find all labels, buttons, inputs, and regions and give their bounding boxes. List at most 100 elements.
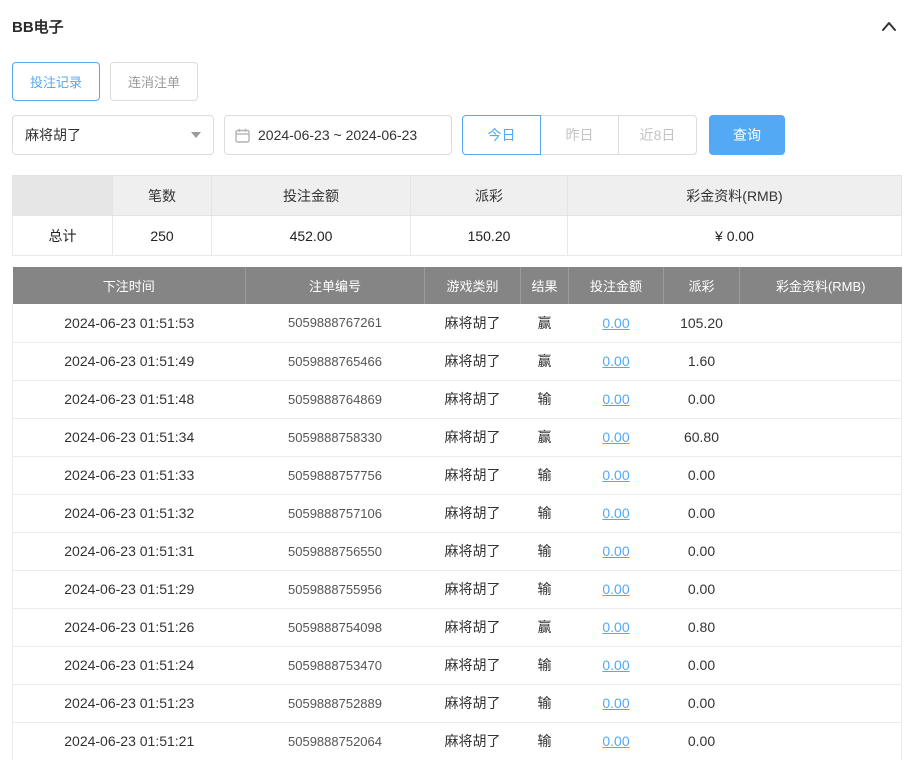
cell-payout: 0.00 — [663, 646, 740, 685]
summary-header-empty — [12, 175, 113, 216]
cell-payout: 0.00 — [663, 380, 740, 419]
panel-title: BB电子 — [12, 19, 64, 36]
summary-total-count: 250 — [112, 215, 212, 256]
cell-order-id: 5059888755956 — [245, 570, 425, 609]
cell-result: 输 — [520, 684, 569, 723]
bet-amount-link[interactable]: 0.00 — [602, 695, 629, 711]
bet-amount-link[interactable]: 0.00 — [602, 581, 629, 597]
cell-bet-time: 2024-06-23 01:51:26 — [12, 608, 246, 647]
bet-amount-link[interactable]: 0.00 — [602, 733, 629, 749]
table-row: 2024-06-23 01:51:31 5059888756550 麻将胡了 输… — [12, 532, 902, 571]
bet-amount-link[interactable]: 0.00 — [602, 543, 629, 559]
cell-bet-amount: 0.00 — [568, 494, 664, 533]
cell-result: 赢 — [520, 608, 569, 647]
bet-amount-link[interactable]: 0.00 — [602, 391, 629, 407]
cell-bonus — [739, 608, 902, 647]
table-row: 2024-06-23 01:51:21 5059888752064 麻将胡了 输… — [12, 722, 902, 760]
cell-order-id: 5059888767261 — [245, 304, 425, 343]
tab-cancelled-orders[interactable]: 连消注单 — [110, 62, 199, 101]
cell-bet-amount: 0.00 — [568, 646, 664, 685]
cell-bonus — [739, 456, 902, 495]
tab-bet-records[interactable]: 投注记录 — [12, 62, 101, 101]
cell-order-id: 5059888757756 — [245, 456, 425, 495]
table-row: 2024-06-23 01:51:29 5059888755956 麻将胡了 输… — [12, 570, 902, 609]
summary-header-row: 笔数 投注金额 派彩 彩金资料(RMB) — [12, 175, 902, 216]
cell-game-category: 麻将胡了 — [424, 684, 521, 723]
cell-result: 输 — [520, 380, 569, 419]
cell-order-id: 5059888752064 — [245, 722, 425, 760]
date-range-value: 2024-06-23 ~ 2024-06-23 — [258, 127, 418, 143]
summary-header-payout: 派彩 — [410, 175, 568, 216]
cell-result: 赢 — [520, 418, 569, 457]
table-row: 2024-06-23 01:51:24 5059888753470 麻将胡了 输… — [12, 646, 902, 685]
table-row: 2024-06-23 01:51:32 5059888757106 麻将胡了 输… — [12, 494, 902, 533]
date-range-input[interactable]: 2024-06-23 ~ 2024-06-23 — [224, 115, 452, 155]
summary-header-bonus: 彩金资料(RMB) — [567, 175, 902, 216]
bet-amount-link[interactable]: 0.00 — [602, 467, 629, 483]
cell-order-id: 5059888758330 — [245, 418, 425, 457]
cell-result: 输 — [520, 456, 569, 495]
cell-order-id: 5059888765466 — [245, 342, 425, 381]
summary-total-bonus: ¥ 0.00 — [567, 215, 902, 256]
header-bet-amount: 投注金额 — [568, 267, 664, 304]
cell-order-id: 5059888764869 — [245, 380, 425, 419]
bet-amount-link[interactable]: 0.00 — [602, 315, 629, 331]
summary-table: 笔数 投注金额 派彩 彩金资料(RMB) 总计 250 452.00 150.2… — [12, 175, 902, 256]
cell-result: 输 — [520, 494, 569, 533]
cell-bet-time: 2024-06-23 01:51:53 — [12, 304, 246, 343]
cell-game-category: 麻将胡了 — [424, 456, 521, 495]
tab-bar: 投注记录 连消注单 — [0, 62, 913, 101]
cell-bet-time: 2024-06-23 01:51:49 — [12, 342, 246, 381]
bet-table-header-row: 下注时间 注单编号 游戏类别 结果 投注金额 派彩 彩金资料(RMB) — [12, 267, 902, 304]
table-row: 2024-06-23 01:51:34 5059888758330 麻将胡了 赢… — [12, 418, 902, 457]
table-row: 2024-06-23 01:51:48 5059888764869 麻将胡了 输… — [12, 380, 902, 419]
chevron-up-icon[interactable] — [881, 21, 897, 32]
cell-bonus — [739, 722, 902, 760]
bet-amount-link[interactable]: 0.00 — [602, 657, 629, 673]
cell-game-category: 麻将胡了 — [424, 418, 521, 457]
cell-payout: 0.00 — [663, 532, 740, 571]
cell-result: 输 — [520, 646, 569, 685]
search-button[interactable]: 查询 — [709, 115, 785, 155]
cell-game-category: 麻将胡了 — [424, 304, 521, 343]
cell-bet-time: 2024-06-23 01:51:34 — [12, 418, 246, 457]
bet-amount-link[interactable]: 0.00 — [602, 619, 629, 635]
cell-game-category: 麻将胡了 — [424, 570, 521, 609]
cell-order-id: 5059888752889 — [245, 684, 425, 723]
quick-today-button[interactable]: 今日 — [462, 115, 541, 155]
cell-game-category: 麻将胡了 — [424, 380, 521, 419]
cell-bet-amount: 0.00 — [568, 722, 664, 760]
cell-bonus — [739, 570, 902, 609]
cell-bet-amount: 0.00 — [568, 380, 664, 419]
cell-bonus — [739, 304, 902, 343]
bet-amount-link[interactable]: 0.00 — [602, 429, 629, 445]
calendar-icon — [235, 128, 250, 143]
quick-yesterday-button[interactable]: 昨日 — [540, 115, 619, 155]
cell-bonus — [739, 494, 902, 533]
bet-amount-link[interactable]: 0.00 — [602, 353, 629, 369]
cell-payout: 0.00 — [663, 684, 740, 723]
bet-table: 下注时间 注单编号 游戏类别 结果 投注金额 派彩 彩金资料(RMB) 2024… — [12, 267, 902, 760]
cell-bet-time: 2024-06-23 01:51:48 — [12, 380, 246, 419]
header-game-category: 游戏类别 — [424, 267, 521, 304]
quick-last8days-button[interactable]: 近8日 — [618, 115, 697, 155]
bet-amount-link[interactable]: 0.00 — [602, 505, 629, 521]
cell-game-category: 麻将胡了 — [424, 646, 521, 685]
summary-total-row: 总计 250 452.00 150.20 ¥ 0.00 — [12, 215, 902, 256]
cell-bonus — [739, 342, 902, 381]
cell-bonus — [739, 532, 902, 571]
cell-order-id: 5059888754098 — [245, 608, 425, 647]
cell-bet-time: 2024-06-23 01:51:29 — [12, 570, 246, 609]
header-payout: 派彩 — [663, 267, 740, 304]
cell-payout: 0.00 — [663, 456, 740, 495]
summary-header-bet-amount: 投注金额 — [211, 175, 411, 216]
cell-bet-amount: 0.00 — [568, 532, 664, 571]
caret-down-icon — [191, 132, 201, 138]
summary-total-bet-amount: 452.00 — [211, 215, 411, 256]
table-row: 2024-06-23 01:51:26 5059888754098 麻将胡了 赢… — [12, 608, 902, 647]
header-bonus: 彩金资料(RMB) — [739, 267, 902, 304]
cell-result: 赢 — [520, 304, 569, 343]
cell-payout: 1.60 — [663, 342, 740, 381]
game-select[interactable]: 麻将胡了 — [12, 115, 214, 155]
bet-table-body: 2024-06-23 01:51:53 5059888767261 麻将胡了 赢… — [12, 304, 902, 760]
